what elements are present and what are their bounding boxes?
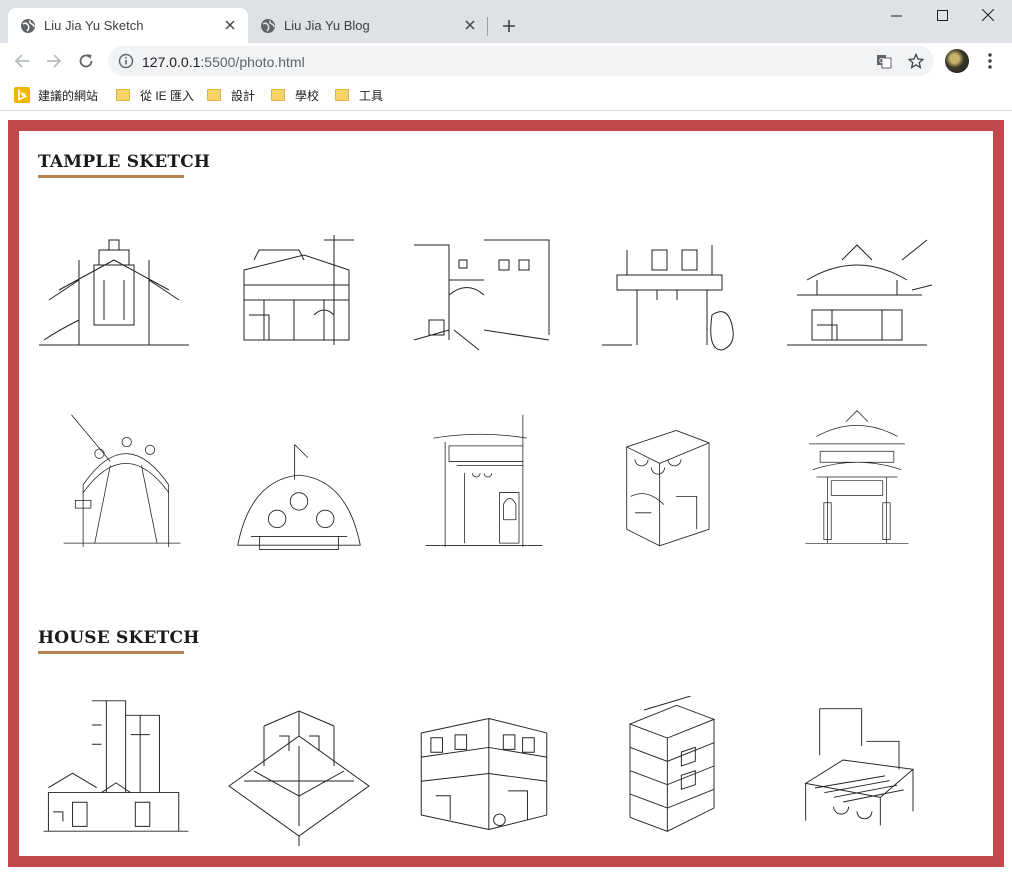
minimize-icon <box>890 15 902 16</box>
tab-blog[interactable]: Liu Jia Yu Blog <box>248 8 488 43</box>
tab-title: Liu Jia Yu Blog <box>284 18 370 33</box>
address-bar[interactable]: 127.0.0.1:5500/photo.html G <box>108 46 934 76</box>
bookmark-label: 從 IE 匯入 <box>140 88 195 103</box>
folder-icon <box>116 89 130 101</box>
temple-sketch-2[interactable] <box>224 220 374 360</box>
plus-icon <box>503 20 515 32</box>
folder-icon <box>271 89 285 101</box>
bookmark-label: 設計 <box>231 88 256 103</box>
browser-toolbar: 127.0.0.1:5500/photo.html G <box>0 43 1012 79</box>
forward-button[interactable] <box>42 49 66 73</box>
gallery-frame: TAMPLE SKETCH HOUSE SKETCH <box>8 120 1004 867</box>
avatar[interactable] <box>945 49 969 73</box>
svg-text:G: G <box>879 57 884 65</box>
temple-sketch-9[interactable] <box>597 414 747 554</box>
house-sketch-4[interactable] <box>597 696 747 836</box>
house-sketch-3[interactable] <box>409 704 559 844</box>
new-tab-button[interactable] <box>498 15 520 37</box>
window-close-button[interactable] <box>965 0 1011 30</box>
bookmark-label: 工具 <box>359 88 384 103</box>
url-path: :5500/photo.html <box>200 54 305 70</box>
arrow-right-icon <box>47 54 62 68</box>
reload-icon <box>79 54 93 68</box>
temple-sketch-3[interactable] <box>409 220 559 360</box>
bookmark-folder-school[interactable]: 學校 <box>271 86 319 104</box>
temple-sketch-7[interactable] <box>224 427 374 567</box>
bookmark-suggested-sites[interactable]: 建議的網站 <box>14 86 98 104</box>
maximize-icon <box>936 9 948 21</box>
bookmark-folder-design[interactable]: 設計 <box>207 86 255 104</box>
bookmarks-bar: 建議的網站 從 IE 匯入 設計 學校 工具 <box>0 79 1012 111</box>
temple-sketch-8[interactable] <box>409 407 559 547</box>
temple-sketch-4[interactable] <box>597 220 747 360</box>
temple-sketch-6[interactable] <box>47 407 197 547</box>
bookmark-folder-tools[interactable]: 工具 <box>335 86 383 104</box>
translate-icon[interactable]: G <box>875 52 893 70</box>
section-title-house: HOUSE SKETCH <box>38 628 199 654</box>
house-sketch-1[interactable] <box>41 696 191 836</box>
globe-icon <box>261 19 275 33</box>
temple-sketch-1[interactable] <box>39 220 189 360</box>
tab-title: Liu Jia Yu Sketch <box>44 18 144 33</box>
tab-strip: Liu Jia Yu Sketch Liu Jia Yu Blog <box>0 0 1012 43</box>
bookmark-label: 學校 <box>295 88 320 103</box>
info-icon[interactable] <box>118 53 134 69</box>
temple-sketch-5[interactable] <box>782 220 932 360</box>
house-sketch-2[interactable] <box>224 706 374 846</box>
section-title-temple: TAMPLE SKETCH <box>38 152 210 178</box>
tab-sketch[interactable]: Liu Jia Yu Sketch <box>8 8 248 43</box>
back-button[interactable] <box>10 49 34 73</box>
close-icon[interactable] <box>222 17 238 33</box>
temple-sketch-10[interactable] <box>782 407 932 547</box>
minimize-button[interactable] <box>873 0 919 30</box>
more-vert-icon <box>988 53 992 69</box>
arrow-left-icon <box>14 54 29 68</box>
bookmark-label: 建議的網站 <box>38 88 99 103</box>
reload-button[interactable] <box>74 49 98 73</box>
bookmark-folder-ie[interactable]: 從 IE 匯入 <box>116 86 194 104</box>
house-sketch-5[interactable] <box>782 690 932 830</box>
menu-button[interactable] <box>980 49 1000 73</box>
star-icon[interactable] <box>907 52 925 70</box>
bing-icon <box>14 87 30 103</box>
maximize-button[interactable] <box>919 0 965 30</box>
globe-icon <box>21 19 35 33</box>
folder-icon <box>207 89 221 101</box>
url-host: 127.0.0.1 <box>142 54 201 70</box>
url-text: 127.0.0.1:5500/photo.html <box>142 54 305 70</box>
folder-icon <box>335 89 349 101</box>
close-icon[interactable] <box>462 17 478 33</box>
close-icon <box>982 9 994 21</box>
tab-divider <box>487 17 488 36</box>
